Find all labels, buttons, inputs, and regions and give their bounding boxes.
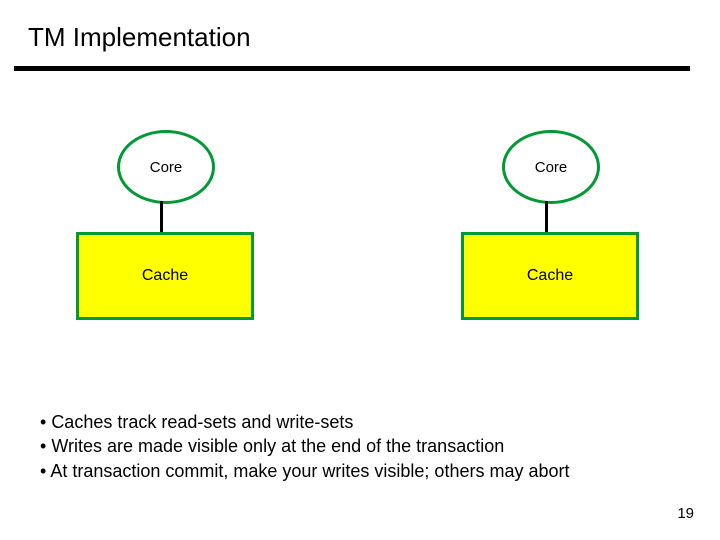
core-label-left: Core: [150, 159, 183, 176]
core-node-left: Core: [117, 130, 215, 204]
slide: TM Implementation Core Cache Core Cache …: [0, 0, 720, 540]
cache-node-left: Cache: [76, 232, 254, 320]
bullet-text: Caches track read-sets and write-sets: [51, 412, 353, 432]
title-rule: [14, 66, 690, 71]
cache-label-left: Cache: [142, 267, 188, 285]
slide-title: TM Implementation: [28, 22, 251, 53]
cache-label-right: Cache: [527, 267, 573, 285]
page-number: 19: [677, 505, 694, 522]
bullet-item: • Caches track read-sets and write-sets: [40, 410, 570, 434]
bullet-text: At transaction commit, make your writes …: [50, 461, 569, 481]
bullet-text: Writes are made visible only at the end …: [51, 436, 504, 456]
core-label-right: Core: [535, 159, 568, 176]
connector-right: [545, 201, 548, 233]
bullet-item: • At transaction commit, make your write…: [40, 459, 570, 483]
core-node-right: Core: [502, 130, 600, 204]
bullet-item: • Writes are made visible only at the en…: [40, 434, 570, 458]
bullet-list: • Caches track read-sets and write-sets …: [40, 410, 570, 483]
connector-left: [160, 201, 163, 233]
cache-node-right: Cache: [461, 232, 639, 320]
